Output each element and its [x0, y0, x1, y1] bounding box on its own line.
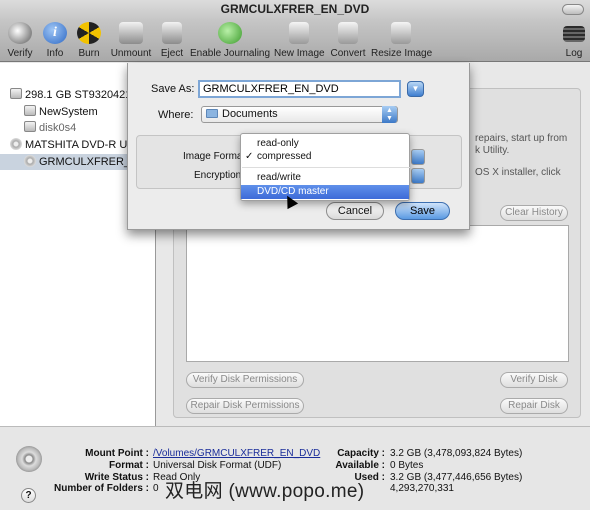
- encryption-popup[interactable]: [411, 168, 425, 184]
- resize-image-icon: [391, 22, 411, 44]
- mount-point-link[interactable]: /Volumes/GRMCULXFRER_EN_DVD: [153, 448, 320, 459]
- save-as-field[interactable]: [198, 80, 401, 98]
- available-value: 0 Bytes: [390, 460, 424, 471]
- convert-icon: [338, 22, 358, 44]
- verify-disk-permissions-button[interactable]: Verify Disk Permissions: [186, 372, 304, 388]
- volume-icon: [24, 105, 36, 116]
- menu-item-read-write[interactable]: read/write: [241, 171, 409, 185]
- log-button[interactable]: Log: [560, 22, 588, 62]
- window-title: GRMCULXFRER_EN_DVD: [220, 2, 370, 16]
- info-text-line: OS X installer, click: [475, 167, 561, 178]
- log-icon: [563, 26, 585, 42]
- help-button[interactable]: ?: [21, 488, 36, 503]
- toolbar-toggle-button[interactable]: [562, 4, 584, 15]
- image-format-menu: read-only ✓ compressed read/write DVD/CD…: [240, 133, 410, 201]
- eject-icon: [162, 22, 182, 44]
- unmount-button[interactable]: Unmount: [108, 22, 154, 62]
- chevron-down-icon: ▼: [411, 84, 420, 93]
- repair-disk-button[interactable]: Repair Disk: [500, 398, 568, 414]
- burn-button[interactable]: Burn: [74, 22, 104, 62]
- journaling-icon: [218, 22, 242, 44]
- format-value: Universal Disk Format (UDF): [153, 460, 282, 471]
- info-button[interactable]: i Info: [40, 22, 70, 62]
- files-value: 4,293,270,331: [390, 483, 454, 494]
- folders-label: Number of Folders :: [53, 483, 149, 494]
- popup-arrows-icon: ▲ ▼: [382, 106, 397, 123]
- repair-disk-permissions-button[interactable]: Repair Disk Permissions: [186, 398, 304, 414]
- info-text-line: repairs, start up from: [475, 133, 568, 144]
- image-format-label: Image Format: [183, 151, 246, 162]
- volume-icon: [24, 121, 36, 132]
- verify-icon: [8, 22, 32, 44]
- info-icon: i: [43, 22, 67, 44]
- capacity-label: Capacity :: [337, 448, 385, 459]
- expand-button[interactable]: ▼: [407, 81, 424, 97]
- new-image-icon: [289, 22, 309, 44]
- menu-item-compressed[interactable]: ✓ compressed: [241, 150, 409, 164]
- folders-value: 0: [153, 483, 159, 494]
- eject-button[interactable]: Eject: [158, 22, 186, 62]
- where-label: Where:: [158, 109, 194, 121]
- folder-icon: [206, 109, 218, 118]
- burn-icon: [77, 22, 101, 44]
- used-value: 3.2 GB (3,477,446,656 Bytes): [390, 472, 523, 483]
- save-as-label: Save As:: [151, 83, 195, 95]
- where-value: Documents: [222, 108, 278, 120]
- encryption-label: Encryption:: [194, 170, 245, 181]
- checkmark-icon: ✓: [245, 151, 254, 162]
- disc-icon: [24, 155, 36, 167]
- resize-image-button[interactable]: Resize Image: [371, 22, 432, 62]
- verify-button[interactable]: Verify: [4, 22, 36, 62]
- format-label: Format :: [109, 460, 149, 471]
- cancel-button[interactable]: Cancel: [326, 202, 384, 220]
- window-title-bar: GRMCULXFRER_EN_DVD: [0, 0, 590, 20]
- where-popup[interactable]: Documents ▲ ▼: [201, 106, 398, 123]
- log-output-area: [186, 225, 569, 362]
- image-format-popup-arrows[interactable]: [411, 149, 425, 165]
- verify-disk-button[interactable]: Verify Disk: [500, 372, 568, 388]
- write-status-label: Write Status :: [84, 472, 149, 483]
- info-text-line: k Utility.: [475, 145, 510, 156]
- menu-item-read-only[interactable]: read-only: [241, 137, 409, 151]
- menu-item-dvd-cd-master[interactable]: DVD/CD master: [241, 185, 409, 199]
- save-button[interactable]: Save: [395, 202, 450, 220]
- optical-drive-icon: [10, 138, 22, 150]
- clear-history-button[interactable]: Clear History: [500, 205, 568, 221]
- convert-button[interactable]: Convert: [329, 22, 367, 62]
- available-label: Available :: [335, 460, 385, 471]
- unmount-icon: [119, 22, 143, 44]
- new-image-button[interactable]: New Image: [274, 22, 325, 62]
- watermark: 双电网 (www.popo.me): [165, 481, 365, 502]
- hard-disk-icon: [10, 88, 22, 99]
- enable-journaling-button[interactable]: Enable Journaling: [190, 22, 270, 62]
- mount-point-label: Mount Point :: [85, 448, 149, 459]
- menu-separator: [242, 167, 410, 168]
- capacity-value: 3.2 GB (3,478,093,824 Bytes): [390, 448, 523, 459]
- disc-icon: [16, 446, 42, 472]
